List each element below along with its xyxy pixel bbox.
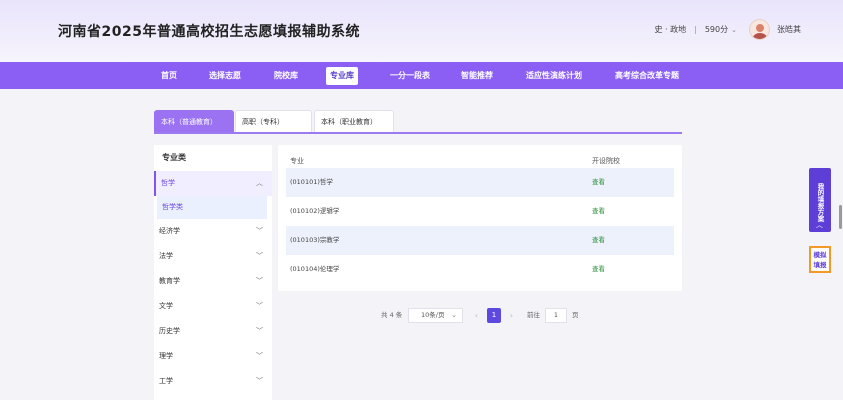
major-name: (010102)逻辑学: [290, 207, 340, 215]
score-value: 590分: [704, 25, 729, 34]
major-name: (010103)宗教学: [290, 236, 340, 244]
chevron-down-icon: ﹀: [256, 277, 263, 285]
score-selector[interactable]: 590分 ⌄: [705, 24, 737, 35]
username[interactable]: 张皓其: [777, 24, 801, 35]
nav-drill-plan[interactable]: 适应性演练计划: [523, 67, 585, 85]
sidebar-item-label: 工学: [159, 377, 173, 385]
nav-college-library[interactable]: 院校库: [271, 67, 301, 85]
user-area: 史 · 政地 | 590分 ⌄ 张皓其: [655, 19, 801, 40]
major-category-sidebar: 专业类 哲学 ︿ 哲学类 经济学 ﹀ 法学 ﹀ 教育学 ﹀ 文学 ﹀ 历史学 ﹀…: [154, 145, 272, 400]
page-size-select[interactable]: 10条/页 ⌄: [408, 308, 463, 323]
sidebar-item-label: 教育学: [159, 277, 180, 285]
nav-reform-topic[interactable]: 高考综合改革专题: [612, 67, 682, 85]
table-row: (010101)哲学 查看: [286, 168, 674, 197]
sidebar-item-philosophy[interactable]: 哲学 ︿: [154, 171, 272, 196]
sidebar-item-label: 法学: [159, 252, 173, 260]
site-title: 河南省2025年普通高校招生志愿填报辅助系统: [58, 24, 360, 40]
chevron-up-icon: ︿: [816, 221, 823, 229]
total-count: 共 4 条: [381, 311, 403, 319]
chevron-up-icon: ︿: [256, 179, 263, 187]
sidebar-item-label: 哲学: [161, 179, 175, 187]
page-number-current[interactable]: 1: [487, 308, 501, 323]
page-suffix: 页: [572, 311, 579, 319]
major-name: (010101)哲学: [290, 178, 333, 186]
chevron-down-icon: ﹀: [256, 377, 263, 385]
sidebar-item-education[interactable]: 教育学 ﹀: [154, 269, 272, 294]
chevron-down-icon: ﹀: [256, 302, 263, 310]
sidebar-item-law[interactable]: 法学 ﹀: [154, 244, 272, 269]
page-size-value: 10条/页: [421, 311, 445, 319]
table-row: (010104)伦理学 查看: [286, 255, 674, 284]
sidebar-item-label: 文学: [159, 302, 173, 310]
tab-vocational-college[interactable]: 高职（专科）: [235, 110, 312, 132]
main-nav: 首页 选择志愿 院校库 专业库 一分一段表 智能推荐 适应性演练计划 高考综合改…: [0, 62, 843, 89]
subjects-selector[interactable]: 史 · 政地: [655, 24, 687, 35]
view-link[interactable]: 查看: [592, 255, 605, 284]
education-tabs: 本科（普通教育） 高职（专科） 本科（职业教育）: [154, 110, 682, 134]
sidebar-item-economics[interactable]: 经济学 ﹀: [154, 219, 272, 244]
nav-home[interactable]: 首页: [158, 67, 180, 85]
sidebar-item-history[interactable]: 历史学 ﹀: [154, 319, 272, 344]
nav-score-table[interactable]: 一分一段表: [387, 67, 433, 85]
sidebar-item-engineering[interactable]: 工学 ﹀: [154, 369, 272, 394]
scrollbar-thumb[interactable]: [839, 205, 842, 229]
tab-undergrad-vocational[interactable]: 本科（职业教育）: [314, 110, 394, 132]
major-table: 专业 开设院校 (010101)哲学 查看 (010102)逻辑学 查看 (01…: [278, 145, 682, 291]
sidebar-item-label: 理学: [159, 352, 173, 360]
avatar[interactable]: [749, 19, 770, 40]
chevron-down-icon: ﹀: [256, 352, 263, 360]
view-link[interactable]: 查看: [592, 197, 605, 226]
view-link[interactable]: 查看: [592, 226, 605, 255]
chevron-down-icon: ﹀: [256, 252, 263, 260]
chevron-down-icon: ﹀: [256, 227, 263, 235]
table-row: (010102)逻辑学 查看: [286, 197, 674, 226]
nav-smart-recommend[interactable]: 智能推荐: [458, 67, 496, 85]
chevron-down-icon: ﹀: [256, 327, 263, 335]
sidebar-title: 专业类: [162, 153, 186, 162]
next-page-icon[interactable]: ›: [505, 308, 518, 323]
sidebar-item-literature[interactable]: 文学 ﹀: [154, 294, 272, 319]
major-name: (010104)伦理学: [290, 265, 340, 273]
prev-page-icon[interactable]: ‹: [470, 308, 483, 323]
goto-page-input[interactable]: 1: [545, 308, 567, 323]
chevron-down-icon: ⌄: [731, 26, 737, 34]
sidebar-item-science[interactable]: 理学 ﹀: [154, 344, 272, 369]
goto-label: 前往: [527, 311, 540, 319]
nav-select-volunteer[interactable]: 选择志愿: [206, 67, 244, 85]
chevron-down-icon: ⌄: [451, 311, 457, 319]
nav-major-library[interactable]: 专业库: [326, 67, 358, 85]
sidebar-item-label: 历史学: [159, 327, 180, 335]
sidebar-subitem-philosophy-class[interactable]: 哲学类: [157, 196, 267, 219]
table-row: (010103)宗教学 查看: [286, 226, 674, 255]
view-link[interactable]: 查看: [592, 168, 605, 197]
divider: |: [694, 25, 697, 34]
simulate-fill-button[interactable]: 模拟填报: [809, 246, 831, 273]
header: 河南省2025年普通高校招生志愿填报辅助系统 史 · 政地 | 590分 ⌄ 张皓…: [0, 0, 843, 62]
tab-undergrad-general[interactable]: 本科（普通教育）: [154, 110, 234, 132]
sidebar-item-label: 经济学: [159, 227, 180, 235]
